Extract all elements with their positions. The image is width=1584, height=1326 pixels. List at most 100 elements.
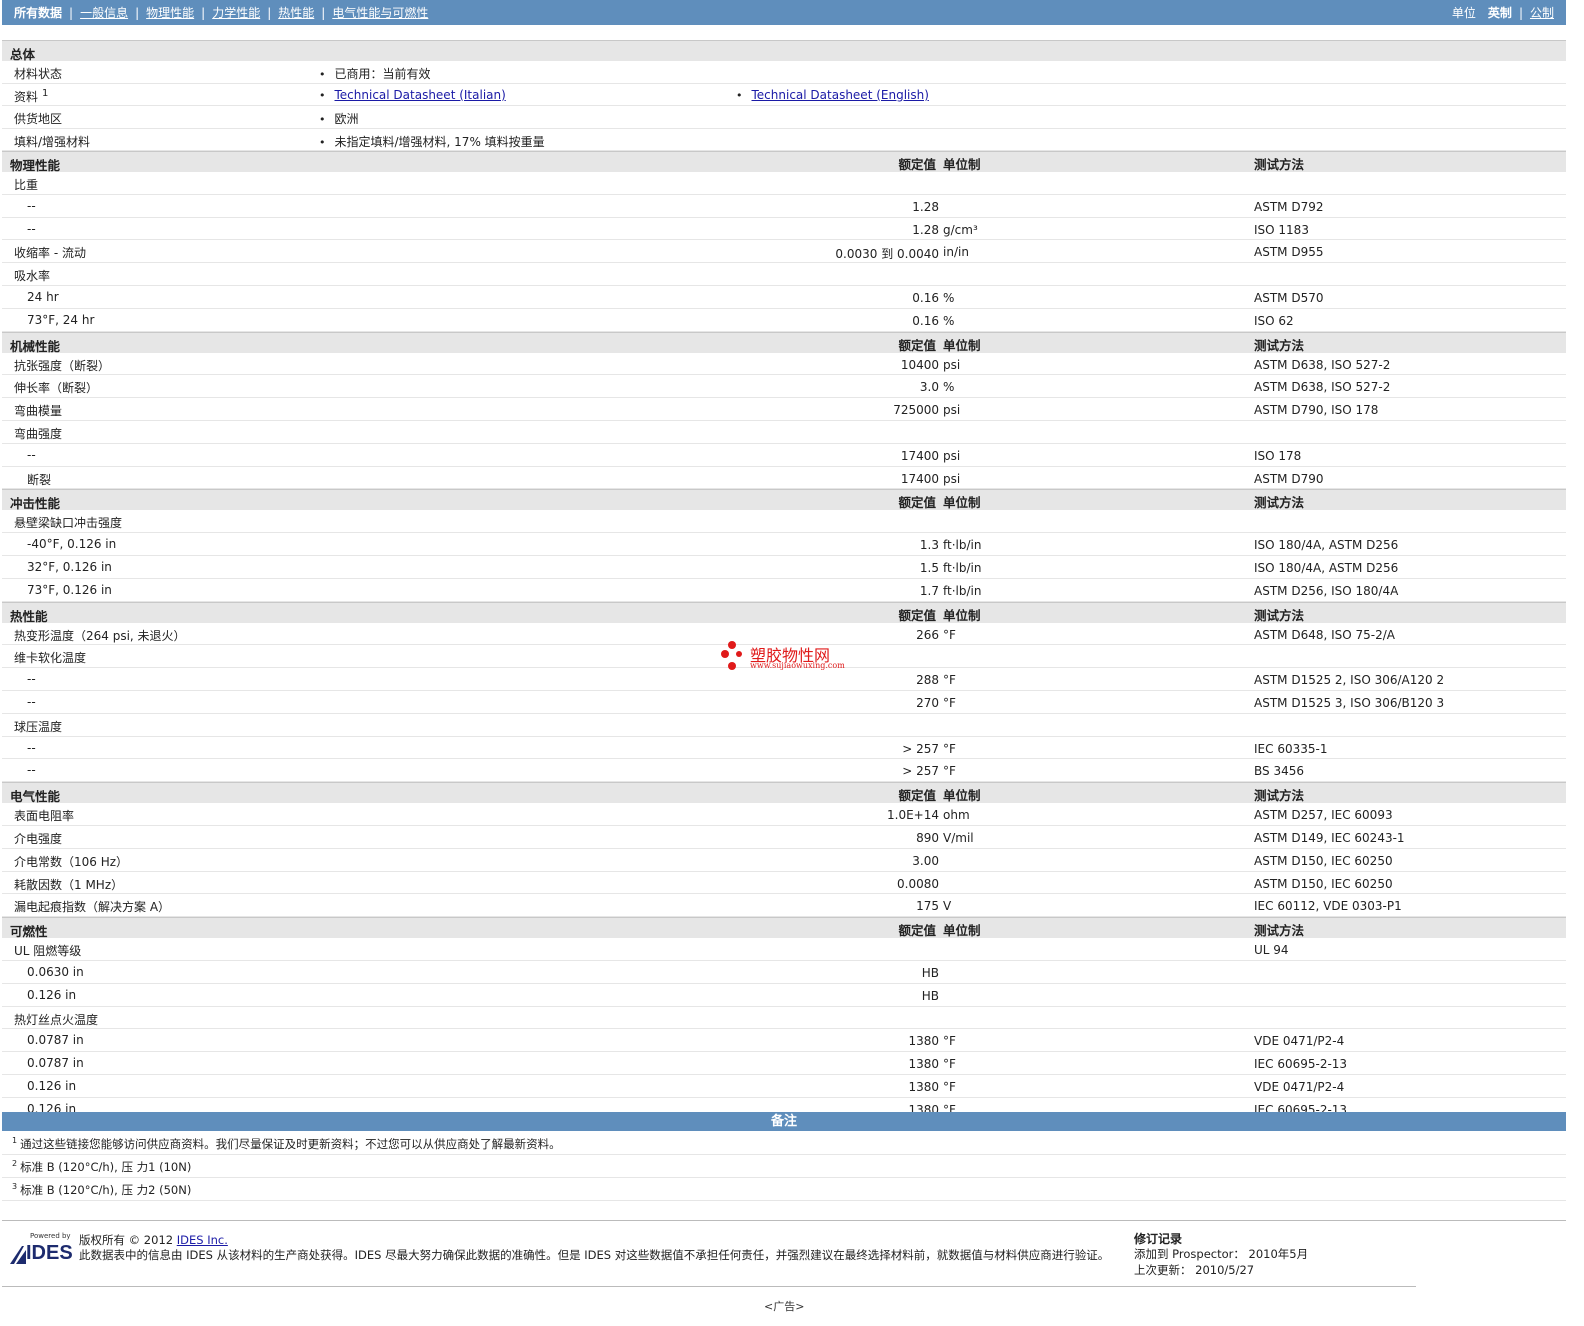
property-name: 73°F, 0.126 in [27, 582, 112, 597]
property-value: 890 [916, 830, 939, 845]
unit-imperial-option[interactable]: 英制 [1488, 4, 1512, 21]
property-row: 0.126 in 1380 °F VDE 0471/P2-4 [2, 1075, 1566, 1098]
property-name: -- [27, 221, 36, 236]
property-unit: V [943, 899, 952, 914]
nav-tab[interactable]: 电气性能与可燃性 [332, 6, 428, 20]
property-row: 0.0787 in 1380 °F VDE 0471/P2-4 [2, 1029, 1566, 1053]
column-header-unit: 单位制 [943, 923, 981, 939]
property-name: 悬壁梁缺口冲击强度 [14, 516, 123, 531]
property-row: 32°F, 0.126 in 1.5 ft·lb/in ISO 180/4A, AST… [2, 556, 1566, 579]
datasheet-table: 总体 材料状态 已商用：当前有效资料1 Technical Datasheet (I… [2, 40, 1566, 1121]
nav-tab[interactable]: 热性能 [278, 6, 314, 20]
ides-arrow-icon [10, 1246, 26, 1264]
note-number: 2 [12, 1159, 18, 1169]
datasheet-link-item: Technical Datasheet (Italian) [319, 88, 506, 102]
property-unit: ft·lb/in [943, 538, 982, 553]
logo-wordmark: IDES [26, 1242, 73, 1264]
property-value: 1.7 [919, 583, 939, 598]
nav-tab[interactable]: 所有数据 [14, 6, 62, 20]
nav-tab[interactable]: 力学性能 [212, 6, 260, 20]
property-name: 吸水率 [14, 269, 51, 284]
column-header-method: 测试方法 [1254, 788, 1305, 804]
general-row: 供货地区 欧洲 [2, 106, 1566, 129]
property-row: 耗散因数（1 MHz） 0.0080 ASTM D150, IEC 60250 [2, 872, 1566, 895]
column-header-method: 测试方法 [1254, 337, 1305, 353]
note-text: 2 标准 B (120°C/h), 压 力1 (10N) [12, 1159, 191, 1175]
property-name: 抗张强度（断裂） [14, 358, 111, 373]
property-name: -40°F, 0.126 in [27, 537, 117, 552]
property-row: 伸长率（断裂） 3.0% ASTM D638, ISO 527-2 [2, 375, 1566, 399]
property-row: 73°F, 0.126 in 1.7 ft·lb/in ASTM D256, ISO … [2, 579, 1566, 602]
copyright: 版权所有 © 2012 IDES Inc. [79, 1232, 228, 1248]
property-name: 73°F, 24 hr [27, 312, 95, 327]
property-name: 球压温度 [14, 719, 63, 734]
property-name: 32°F, 0.126 in [27, 559, 112, 574]
general-row-name-text: 材料状态 [14, 67, 63, 81]
logo-powered-text: Powered by [30, 1232, 71, 1240]
property-name: 0.126 in [27, 987, 77, 1002]
property-row: -- > 257 °F IEC 60335-1 [2, 737, 1566, 760]
property-value: 270 [916, 695, 939, 710]
property-unit: °F [943, 741, 956, 756]
section-header: 可燃性 额定值 单位制 测试方法 [2, 917, 1566, 939]
property-name: 介电常数（106 Hz） [14, 854, 129, 869]
copyright-prefix: 版权所有 © 2012 [79, 1233, 177, 1247]
property-row: -40°F, 0.126 in 1.3 ft·lb/in ISO 180/4A, AS… [2, 533, 1566, 556]
property-name: 介电强度 [14, 831, 63, 846]
ides-link[interactable]: IDES Inc. [177, 1233, 228, 1247]
test-method: VDE 0471/P2-4 [1254, 1034, 1345, 1049]
test-method: IEC 60695-2-13 [1254, 1057, 1348, 1072]
datasheet-link[interactable]: Technical Datasheet (English) [752, 88, 929, 102]
general-row-name: 填料/增强材料 [14, 133, 90, 150]
property-unit: °F [943, 1034, 956, 1049]
watermark-dots-icon [721, 641, 742, 670]
property-name: 耗散因数（1 MHz） [14, 877, 124, 892]
property-unit: in/in [943, 245, 969, 260]
column-header-nominal: 额定值 [898, 607, 936, 623]
property-row: 弯曲模量 725000 psi ASTM D790, ISO 178 [2, 398, 1566, 421]
property-name: -- [27, 447, 36, 462]
units-label: 单位 [1451, 6, 1476, 20]
note-body: 标准 B (120°C/h), 压 力2 (50N) [20, 1183, 192, 1197]
unit-metric-link[interactable]: 公制 [1530, 4, 1554, 21]
property-row: 热灯丝点火温度 [2, 1007, 1566, 1030]
nav-separator: | [1518, 5, 1523, 20]
property-unit: % [943, 290, 955, 305]
note-row: 1 通过这些链接您能够访问供应商资料。我们尽量保证及时更新资料；不过您可以从供应商… [2, 1132, 1566, 1155]
datasheet-link[interactable]: Technical Datasheet (Italian) [335, 88, 506, 102]
nav-separator: | [267, 6, 272, 20]
general-row-name-text: 资料 [14, 89, 39, 104]
property-unit: psi [943, 403, 961, 418]
test-method: VDE 0471/P2-4 [1254, 1079, 1345, 1094]
footer-bottom-divider [2, 1286, 1416, 1287]
property-name: -- [27, 763, 36, 778]
property-row: 表面电阻率 1.0E+14 ohm ASTM D257, IEC 60093 [2, 803, 1566, 826]
nav-separator: | [321, 6, 326, 20]
property-row: 漏电起痕指数（解决方案 A） 175 V IEC 60112, VDE 0303-P1 [2, 894, 1566, 918]
property-unit: psi [943, 448, 961, 463]
footer-divider [2, 1220, 1566, 1221]
property-row: UL 阻燃等级 UL 94 [2, 938, 1566, 961]
test-method: ASTM D792 [1254, 199, 1324, 214]
footnote-marker: 1 [42, 87, 49, 99]
note-row: 3 标准 B (120°C/h), 压 力2 (50N) [2, 1178, 1566, 1201]
property-row: 24 hr 0.16% ASTM D570 [2, 286, 1566, 309]
nav-tab[interactable]: 一般信息 [80, 6, 128, 20]
column-header-unit: 单位制 [943, 495, 981, 511]
watermark-url: www.sujiaowuxing.com [750, 661, 845, 670]
property-unit: ft·lb/in [943, 560, 982, 575]
test-method: ISO 1183 [1254, 222, 1309, 237]
column-header-unit: 单位制 [943, 607, 981, 623]
column-header-nominal: 额定值 [898, 157, 936, 172]
nav-items: 所有数据 | 一般信息 | 物理性能 | 力学性能 | 热性能 | 电气性能与可燃性 [14, 4, 428, 21]
property-row: 收缩率 - 流动 0.0030 到 0.0040 in/in ASTM D955 [2, 240, 1566, 264]
property-row: -- 270 °F ASTM D1525 3, ISO 306/B120 3 [2, 691, 1566, 714]
property-row: 悬壁梁缺口冲击强度 [2, 510, 1566, 534]
column-header-method: 测试方法 [1254, 495, 1305, 511]
property-value: 0.16 [912, 290, 939, 305]
nav-tab[interactable]: 物理性能 [146, 6, 194, 20]
property-row: 吸水率 [2, 263, 1566, 286]
property-row: 0.126 in HB [2, 984, 1566, 1007]
property-row: 73°F, 24 hr 0.16% ISO 62 [2, 309, 1566, 332]
property-name: 0.0787 in [27, 1033, 84, 1048]
